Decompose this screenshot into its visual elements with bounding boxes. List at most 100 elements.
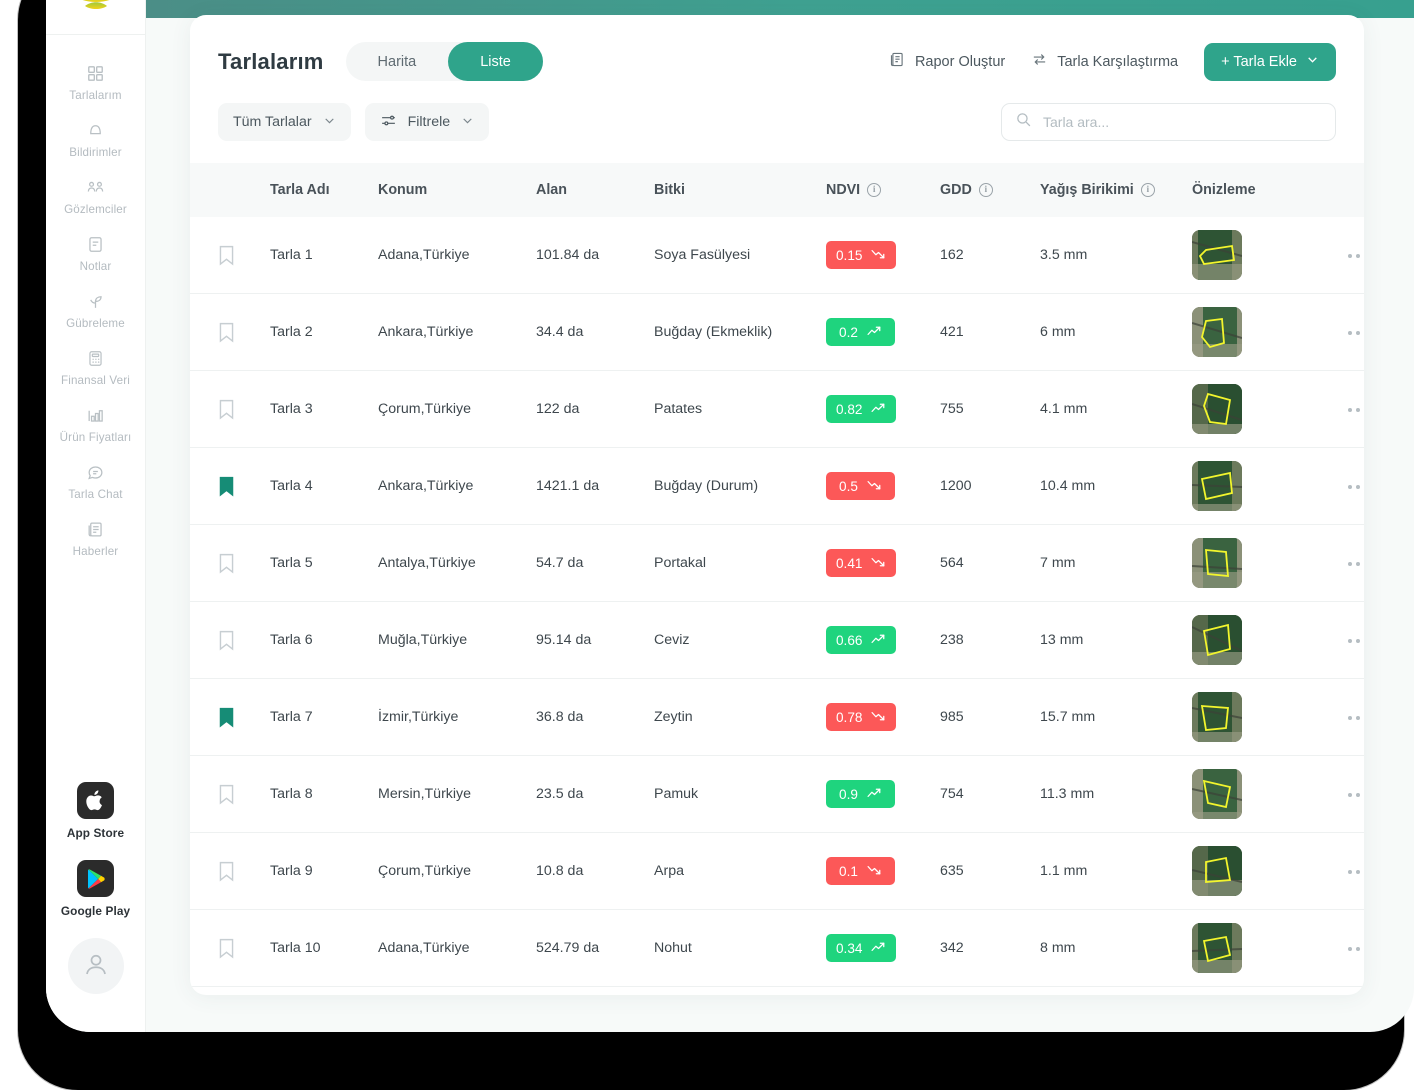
sidebar-item-bildirimler[interactable]: Bildirimler — [46, 110, 145, 167]
row-menu[interactable] — [1310, 323, 1364, 341]
cell-rainfall: 4.1 mm — [1040, 401, 1088, 417]
view-toggle: Harita Liste — [345, 42, 543, 81]
bookmark-toggle[interactable] — [218, 399, 270, 420]
row-menu[interactable] — [1310, 708, 1364, 726]
table-row[interactable]: Tarla 5 Antalya,Türkiye 54.7 da Portakal… — [190, 525, 1364, 602]
sidebar-item-notlar[interactable]: Notlar — [46, 224, 145, 281]
search-box[interactable] — [1001, 103, 1336, 141]
bookmark-toggle[interactable] — [218, 476, 270, 497]
ndvi-value: 0.78 — [836, 709, 863, 725]
row-menu[interactable] — [1310, 400, 1364, 418]
more-options-icon[interactable] — [1346, 325, 1364, 341]
cell-gdd: 421 — [940, 324, 964, 340]
search-input[interactable] — [1043, 114, 1322, 130]
all-fields-dropdown[interactable]: Tüm Tarlalar — [218, 103, 351, 141]
sidebar-item-urun-fiyatlari[interactable]: Ürün Fiyatları — [46, 395, 145, 452]
rainfall-info-icon[interactable]: i — [1140, 183, 1155, 197]
cell-crop: Nohut — [654, 940, 692, 956]
cell-field-name: Tarla 8 — [270, 786, 313, 802]
cell-preview[interactable] — [1192, 230, 1310, 280]
row-menu[interactable] — [1310, 246, 1364, 264]
field-preview-thumbnail[interactable] — [1192, 692, 1310, 742]
table-row[interactable]: Tarla 9 Çorum,Türkiye 10.8 da Arpa 0.1 6… — [190, 833, 1364, 910]
google-play-link[interactable]: Google Play — [61, 860, 130, 918]
more-options-icon[interactable] — [1346, 556, 1364, 572]
field-preview-thumbnail[interactable] — [1192, 384, 1310, 434]
report-icon — [889, 51, 906, 72]
row-menu[interactable] — [1310, 785, 1364, 803]
bell-icon — [85, 119, 107, 141]
sidebar-item-gozlemciler[interactable]: Gözlemciler — [46, 167, 145, 224]
table-row[interactable]: Tarla 10 Adana,Türkiye 524.79 da Nohut 0… — [190, 910, 1364, 987]
more-options-icon[interactable] — [1346, 864, 1364, 880]
more-options-icon[interactable] — [1346, 710, 1364, 726]
add-field-button[interactable]: + Tarla Ekle — [1204, 42, 1336, 81]
table-row[interactable]: Tarla 7 İzmir,Türkiye 36.8 da Zeytin 0.7… — [190, 679, 1364, 756]
field-preview-thumbnail[interactable] — [1192, 230, 1310, 280]
field-preview-thumbnail[interactable] — [1192, 846, 1310, 896]
bookmark-toggle[interactable] — [218, 322, 270, 343]
sidebar-item-haberler[interactable]: Haberler — [46, 509, 145, 566]
sidebar-item-tarla-chat[interactable]: Tarla Chat — [46, 452, 145, 509]
cell-preview[interactable] — [1192, 615, 1310, 665]
more-options-icon[interactable] — [1346, 402, 1364, 418]
cell-preview[interactable] — [1192, 692, 1310, 742]
cell-preview[interactable] — [1192, 461, 1310, 511]
cell-field-name: Tarla 1 — [270, 247, 313, 263]
more-options-icon[interactable] — [1346, 787, 1364, 803]
ndvi-value: 0.1 — [839, 863, 858, 879]
row-menu[interactable] — [1310, 477, 1364, 495]
cell-preview[interactable] — [1192, 769, 1310, 819]
row-menu[interactable] — [1310, 862, 1364, 880]
row-menu[interactable] — [1310, 939, 1364, 957]
ndvi-badge: 0.1 — [826, 857, 895, 885]
cell-rainfall: 11.3 mm — [1040, 786, 1095, 802]
bookmark-toggle[interactable] — [218, 707, 270, 728]
field-preview-thumbnail[interactable] — [1192, 307, 1310, 357]
cell-preview[interactable] — [1192, 384, 1310, 434]
more-options-icon[interactable] — [1346, 941, 1364, 957]
app-store-link[interactable]: App Store — [67, 782, 124, 840]
more-options-icon[interactable] — [1346, 479, 1364, 495]
create-report-button[interactable]: Rapor Oluştur — [889, 51, 1005, 72]
field-preview-thumbnail[interactable] — [1192, 538, 1310, 588]
table-row[interactable]: Tarla 4 Ankara,Türkiye 1421.1 da Buğday … — [190, 448, 1364, 525]
bookmark-toggle[interactable] — [218, 938, 270, 959]
cell-preview[interactable] — [1192, 846, 1310, 896]
field-preview-thumbnail[interactable] — [1192, 769, 1310, 819]
tab-harita[interactable]: Harita — [346, 42, 449, 81]
ndvi-info-icon[interactable]: i — [867, 183, 882, 197]
more-options-icon[interactable] — [1346, 633, 1364, 649]
table-row[interactable]: Tarla 1 Adana,Türkiye 101.84 da Soya Fas… — [190, 217, 1364, 294]
cell-preview[interactable] — [1192, 538, 1310, 588]
header-rainfall-label: Yağış Birikimi — [1040, 182, 1134, 198]
table-row[interactable]: Tarla 3 Çorum,Türkiye 122 da Patates 0.8… — [190, 371, 1364, 448]
table-row[interactable]: Tarla 2 Ankara,Türkiye 34.4 da Buğday (E… — [190, 294, 1364, 371]
more-options-icon[interactable] — [1346, 248, 1364, 264]
bookmark-toggle[interactable] — [218, 553, 270, 574]
row-menu[interactable] — [1310, 554, 1364, 572]
sidebar-item-finansal-veri[interactable]: Finansal Veri — [46, 338, 145, 395]
tab-liste[interactable]: Liste — [448, 42, 543, 81]
field-preview-thumbnail[interactable] — [1192, 461, 1310, 511]
cell-gdd: 754 — [940, 786, 964, 802]
table-header-row: Tarla Adı Konum Alan Bitki NDVI i GDD i — [190, 163, 1364, 217]
user-avatar[interactable] — [67, 938, 124, 994]
table-row[interactable]: Tarla 8 Mersin,Türkiye 23.5 da Pamuk 0.9… — [190, 756, 1364, 833]
table-row[interactable]: Tarla 6 Muğla,Türkiye 95.14 da Ceviz 0.6… — [190, 602, 1364, 679]
compare-fields-button[interactable]: Tarla Karşılaştırma — [1031, 51, 1178, 72]
gdd-info-icon[interactable]: i — [978, 183, 993, 197]
filter-dropdown[interactable]: Filtrele — [364, 103, 490, 141]
cell-preview[interactable] — [1192, 307, 1310, 357]
sidebar-item-tarlalarim[interactable]: Tarlalarım — [46, 53, 145, 110]
row-menu[interactable] — [1310, 631, 1364, 649]
bookmark-toggle[interactable] — [218, 861, 270, 882]
cell-preview[interactable] — [1192, 923, 1310, 973]
bookmark-toggle[interactable] — [218, 784, 270, 805]
field-preview-thumbnail[interactable] — [1192, 923, 1310, 973]
bookmark-toggle[interactable] — [218, 630, 270, 651]
bookmark-toggle[interactable] — [218, 245, 270, 266]
field-preview-thumbnail[interactable] — [1192, 615, 1310, 665]
cell-crop: Ceviz — [654, 632, 690, 648]
sidebar-item-gubreleme[interactable]: Gübreleme — [46, 281, 145, 338]
